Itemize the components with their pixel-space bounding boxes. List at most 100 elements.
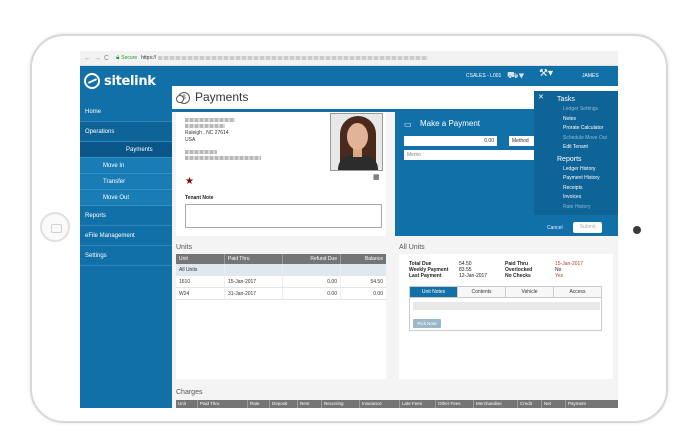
- lock-icon: 🔒︎: [116, 54, 120, 61]
- no-checks-value: Yes: [555, 273, 564, 279]
- col-unit[interactable]: Unit: [176, 254, 224, 264]
- sidebar-subitem-payments[interactable]: Payments: [80, 142, 172, 158]
- sidebar-item-reports[interactable]: Reports: [80, 206, 172, 226]
- sidebar-subitem-move-out[interactable]: Move Out: [80, 190, 172, 206]
- menu-item-rate-history[interactable]: Rate History: [557, 203, 618, 213]
- charges-col-unit[interactable]: Unit: [176, 400, 198, 408]
- sidebar-item-operations[interactable]: Operations: [80, 122, 172, 142]
- table-row[interactable]: W24 31-Jan-2017 0.00 0.00: [176, 288, 386, 300]
- charges-col-deposit[interactable]: Deposit: [270, 400, 298, 408]
- menu-item-notes[interactable]: Notes: [557, 115, 618, 125]
- payment-icon: ▭: [404, 120, 412, 129]
- charges-col-rate[interactable]: Rate: [248, 400, 270, 408]
- tab-access[interactable]: Access: [554, 287, 601, 297]
- tenant-photo[interactable]: [330, 113, 383, 171]
- menu-item-receipts[interactable]: Receipts: [557, 184, 618, 194]
- menu-item-edit-tenant[interactable]: Edit Tenant: [557, 143, 618, 153]
- sidebar-item-settings[interactable]: Settings: [80, 246, 172, 266]
- menu-item-schedule-move-out[interactable]: Schedule Move Out: [557, 134, 618, 144]
- user-menu[interactable]: JAMES: [582, 73, 599, 79]
- cell: [340, 264, 386, 275]
- sidebar: sitelink Home Operations Payments Move I…: [80, 66, 172, 408]
- tenant-panel: Raleigh , NC 27614 USA ▦ ★ Tenant Note: [176, 112, 386, 236]
- menu-item-prorate-calculator[interactable]: Prorate Calculator: [557, 124, 618, 134]
- tools-icon[interactable]: ⚒▾: [539, 68, 553, 79]
- pick-note-button[interactable]: Pick Note: [413, 319, 441, 328]
- col-paid-thru[interactable]: Paid Thru: [224, 254, 282, 264]
- sitelink-logo-icon: [84, 73, 100, 89]
- sidebar-item-home[interactable]: Home: [80, 102, 172, 122]
- unit-notes-content: Pick Note: [409, 298, 602, 331]
- tenant-email-redacted: [185, 156, 261, 160]
- all-units-title: All Units: [399, 244, 425, 251]
- tab-vehicle[interactable]: Vehicle: [506, 287, 554, 297]
- tenant-note-field[interactable]: [185, 204, 382, 228]
- browser-nav-icons[interactable]: ←→C: [84, 55, 112, 62]
- tenant-country: USA: [185, 137, 196, 143]
- tenant-city-line: Raleigh , NC 27614: [185, 130, 229, 136]
- summary-right: Paid Thru 15-Jan-2017 Overlocked No No Che…: [505, 261, 583, 279]
- sidebar-item-efile[interactable]: eFile Management: [80, 226, 172, 246]
- units-title: Units: [176, 244, 192, 251]
- charges-col-net[interactable]: Net: [542, 400, 566, 408]
- payment-amount-input[interactable]: 0.00: [404, 136, 497, 146]
- col-refund-due[interactable]: Refund Due: [282, 254, 340, 264]
- star-icon[interactable]: ★: [185, 176, 194, 187]
- photo-body: [338, 155, 378, 170]
- unit-notes-field[interactable]: [413, 302, 600, 310]
- charges-col-credit[interactable]: Credit: [518, 400, 542, 408]
- table-row-all-units[interactable]: All Units: [176, 264, 386, 276]
- menu-item-payment-history[interactable]: Payment History: [557, 174, 618, 184]
- submit-button[interactable]: Submit: [573, 222, 602, 233]
- summary-left: Total Due 54.50 Weekly Payment 83.55 Last …: [409, 261, 487, 279]
- secure-label: Secure: [121, 55, 138, 61]
- charges-col-late-fees[interactable]: Late Fees: [400, 400, 436, 408]
- make-payment-title: Make a Payment: [420, 119, 481, 128]
- charges-table-header: Unit Paid Thru Rate Deposit Rent Recurri…: [176, 400, 618, 408]
- units-table-header: Unit Paid Thru Refund Due Balance: [176, 254, 386, 264]
- charges-col-rent[interactable]: Rent: [298, 400, 322, 408]
- menu-item-ledger-settings[interactable]: Ledger Settings: [557, 105, 618, 115]
- menu-item-invoices[interactable]: Invoices: [557, 193, 618, 203]
- camera-icon[interactable]: ▦: [373, 173, 380, 181]
- table-row[interactable]: 1610 15-Jan-2017 0.00 54.50: [176, 276, 386, 288]
- tenant-name-redacted: [185, 118, 235, 122]
- tools-dropdown-menu: ✕ Tasks Ledger Settings Notes Prorate Ca…: [534, 91, 618, 215]
- cell: [224, 264, 282, 275]
- charges-col-recurring[interactable]: Recurring: [322, 400, 360, 408]
- charges-col-insurance[interactable]: Insurance: [360, 400, 400, 408]
- sidebar-subitem-move-in[interactable]: Move In: [80, 158, 172, 174]
- page-title: Payments: [195, 90, 249, 104]
- charges-col-payment[interactable]: Payment: [566, 400, 598, 408]
- all-units-label: All Units: [179, 267, 198, 273]
- tablet-home-button[interactable]: [40, 212, 70, 242]
- payment-memo-input[interactable]: Memo: [404, 150, 554, 160]
- menu-item-ledger-history[interactable]: Ledger History: [557, 165, 618, 175]
- charges-col-merchandise[interactable]: Merchandise: [474, 400, 518, 408]
- location-selector[interactable]: CSALES - L001: [466, 73, 501, 79]
- close-icon[interactable]: ✕: [538, 93, 544, 101]
- cell-balance: 54.50: [340, 276, 386, 287]
- cell-refund-due: 0.00: [282, 276, 340, 287]
- col-balance[interactable]: Balance: [340, 254, 386, 264]
- menu-spacer: [557, 153, 618, 155]
- coins-icon: $: [176, 92, 190, 104]
- charges-title: Charges: [176, 389, 203, 396]
- unit-tabs: Unit Notes Contents Vehicle Access: [409, 286, 602, 298]
- all-units-panel: Total Due 54.50 Weekly Payment 83.55 Last …: [399, 254, 613, 379]
- brand-logo[interactable]: sitelink: [80, 66, 172, 96]
- blurred-url: [158, 56, 429, 60]
- menu-heading-reports: Reports: [557, 155, 582, 163]
- charges-col-other-fees[interactable]: Other Fees: [436, 400, 474, 408]
- tab-contents[interactable]: Contents: [458, 287, 506, 297]
- tenant-street-redacted: [185, 124, 225, 128]
- cancel-button[interactable]: Cancel: [547, 225, 563, 231]
- charges-col-paid-thru[interactable]: Paid Thru: [198, 400, 248, 408]
- browser-address-bar[interactable]: ←→C 🔒︎ Secure https://: [80, 51, 618, 66]
- truck-icon[interactable]: ⛟▾: [507, 70, 524, 82]
- url-prefix: https://: [141, 55, 157, 61]
- last-payment-value: 12-Jan-2017: [459, 273, 488, 279]
- app-screen: ←→C 🔒︎ Secure https:// sitelink Home Ope…: [80, 51, 618, 408]
- sidebar-subitem-transfer[interactable]: Transfer: [80, 174, 172, 190]
- tab-unit-notes[interactable]: Unit Notes: [410, 287, 458, 297]
